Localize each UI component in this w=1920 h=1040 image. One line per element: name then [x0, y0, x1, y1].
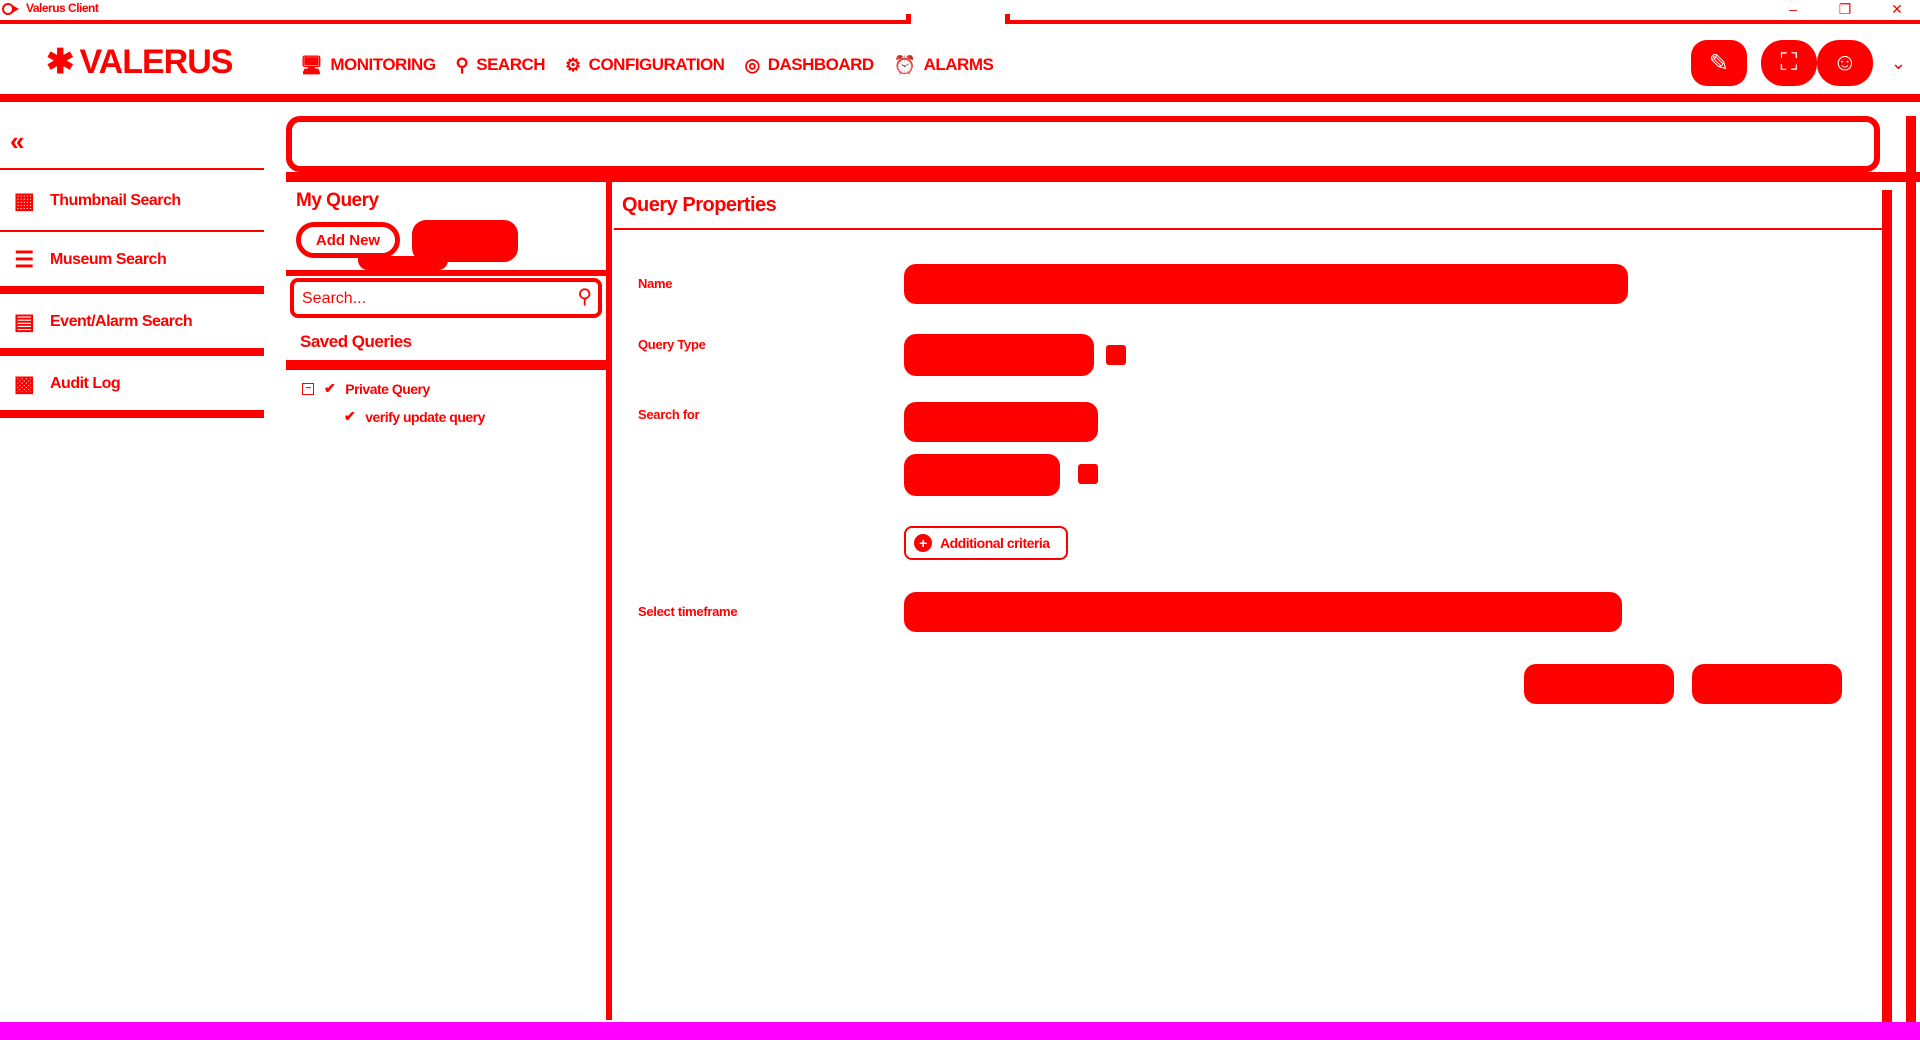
app-icon: [2, 3, 19, 15]
fullscreen-icon: ⛶: [1780, 49, 1798, 76]
bottom-band: [0, 1022, 1920, 1040]
divider: [286, 270, 608, 276]
search-for-info-icon[interactable]: [1078, 464, 1098, 484]
saved-query-search: ⚲: [290, 278, 602, 318]
query-type-info-icon[interactable]: [1106, 345, 1126, 365]
nav-label: MONITORING: [330, 55, 436, 74]
top-filter-strip: [286, 116, 1880, 172]
window-edge: [1906, 116, 1916, 1036]
sidebar-item-museum-search[interactable]: ☰ Museum Search: [0, 234, 264, 294]
divider: [286, 172, 1920, 182]
divider: [614, 228, 1882, 230]
check-icon: ✔: [324, 380, 336, 396]
add-new-button[interactable]: Add New: [296, 222, 400, 258]
nav-label: ALARMS: [923, 55, 994, 74]
search-for-target-select[interactable]: [904, 454, 1060, 496]
dashboard-icon: ◎: [744, 54, 760, 75]
query-type-label: Query Type: [638, 337, 706, 352]
left-sidebar: « ▦ Thumbnail Search ☰ Museum Search ▤ E…: [0, 120, 264, 1020]
chevron-down-icon[interactable]: ⌄: [1891, 53, 1906, 74]
window-title: Valerus Client: [26, 1, 99, 15]
nav-dashboard[interactable]: ◎ DASHBOARD: [744, 48, 875, 82]
sidebar-item-audit-log[interactable]: ▩ Audit Log: [0, 358, 264, 418]
user-icon: ☺: [1832, 49, 1858, 76]
save-query-button[interactable]: [1524, 664, 1674, 704]
avatar[interactable]: ☺: [1816, 40, 1873, 86]
user-menu[interactable]: ⛶ ☺: [1760, 40, 1873, 86]
nav-label: DASHBOARD: [767, 55, 875, 74]
sidebar-item-label: Museum Search: [50, 251, 167, 268]
minimize-button[interactable]: –: [1778, 0, 1808, 20]
event-alarm-icon: ▤: [13, 309, 35, 334]
divider: [0, 168, 264, 170]
collapse-toggle-icon[interactable]: −: [302, 382, 314, 395]
scrollbar[interactable]: [1882, 190, 1892, 1036]
saved-queries-title: Saved Queries: [300, 332, 412, 351]
query-action-tab: [358, 256, 448, 270]
query-type-select[interactable]: [904, 334, 1094, 376]
main-nav: 🖥 MONITORING ⚲ SEARCH ⚙ CONFIGURATION ◎ …: [300, 48, 994, 98]
valerus-logo: ✱ VALERUS: [46, 42, 234, 82]
monitor-icon: 🖥: [300, 54, 323, 75]
nav-monitoring[interactable]: 🖥 MONITORING: [300, 48, 436, 82]
search-input[interactable]: [302, 288, 562, 310]
query-properties-title: Query Properties: [622, 194, 777, 216]
header-actions: ✎ ⛶ ☺ ⌄: [1690, 40, 1906, 86]
logo-mark-icon: ✱: [46, 43, 74, 81]
additional-criteria-label: Additional criteria: [940, 535, 1050, 551]
app-header: ✱ VALERUS 🖥 MONITORING ⚲ SEARCH ⚙ CONFIG…: [0, 24, 1920, 102]
search-for-label: Search for: [638, 407, 700, 422]
check-icon: ✔: [344, 408, 356, 424]
audit-log-icon: ▩: [13, 371, 35, 396]
collapse-sidebar-icon[interactable]: «: [10, 126, 24, 157]
nav-configuration[interactable]: ⚙ CONFIGURATION: [565, 48, 725, 82]
tree-node-verify-update-query[interactable]: ✔ verify update query: [344, 408, 485, 425]
tree-node-private-query[interactable]: − ✔ Private Query: [302, 380, 430, 397]
sidebar-item-event-alarm-search[interactable]: ▤ Event/Alarm Search: [0, 296, 264, 356]
search-for-select[interactable]: [904, 402, 1098, 442]
panel-divider[interactable]: [606, 182, 612, 1020]
name-field[interactable]: [904, 264, 1628, 304]
notification-icon: ✎: [1708, 49, 1729, 77]
name-label: Name: [638, 276, 673, 291]
tree-node-label: verify update query: [365, 408, 485, 425]
configuration-icon: ⚙: [565, 54, 581, 75]
nav-label: CONFIGURATION: [588, 55, 725, 74]
logo-text: VALERUS: [79, 42, 234, 81]
sidebar-item-label: Audit Log: [50, 375, 121, 392]
add-new-label: Add New: [315, 231, 381, 249]
notifications-button[interactable]: ✎: [1690, 40, 1747, 86]
plus-icon: +: [914, 534, 932, 552]
search-icon[interactable]: ⚲: [577, 284, 592, 309]
nav-search[interactable]: ⚲ SEARCH: [445, 48, 556, 98]
search-icon: ⚲: [455, 54, 469, 75]
nav-label: SEARCH: [476, 55, 546, 74]
alarm-icon: ⏰: [893, 54, 916, 75]
additional-criteria-button[interactable]: + Additional criteria: [904, 526, 1068, 560]
fullscreen-button[interactable]: ⛶: [1760, 40, 1817, 86]
divider: [286, 360, 608, 370]
sidebar-item-label: Event/Alarm Search: [50, 313, 193, 330]
timeframe-field[interactable]: [904, 592, 1622, 632]
query-properties-panel: Query Properties Name Query Type Search …: [614, 182, 1882, 1020]
my-query-panel: My Query Add New ⚲ Saved Queries − ✔ Pri…: [286, 182, 608, 1020]
select-timeframe-label: Select timeframe: [638, 604, 738, 619]
close-button[interactable]: ✕: [1882, 0, 1912, 20]
sidebar-item-thumbnail-search[interactable]: ▦ Thumbnail Search: [0, 172, 264, 232]
tree-node-label: Private Query: [345, 380, 430, 397]
nav-alarms[interactable]: ⏰ ALARMS: [894, 48, 994, 82]
restore-button[interactable]: ❐: [1830, 0, 1860, 20]
my-query-title: My Query: [296, 190, 379, 211]
sidebar-item-label: Thumbnail Search: [50, 192, 181, 209]
museum-icon: ☰: [14, 247, 34, 272]
run-query-button[interactable]: [1692, 664, 1842, 704]
thumbnail-grid-icon: ▦: [13, 188, 35, 213]
